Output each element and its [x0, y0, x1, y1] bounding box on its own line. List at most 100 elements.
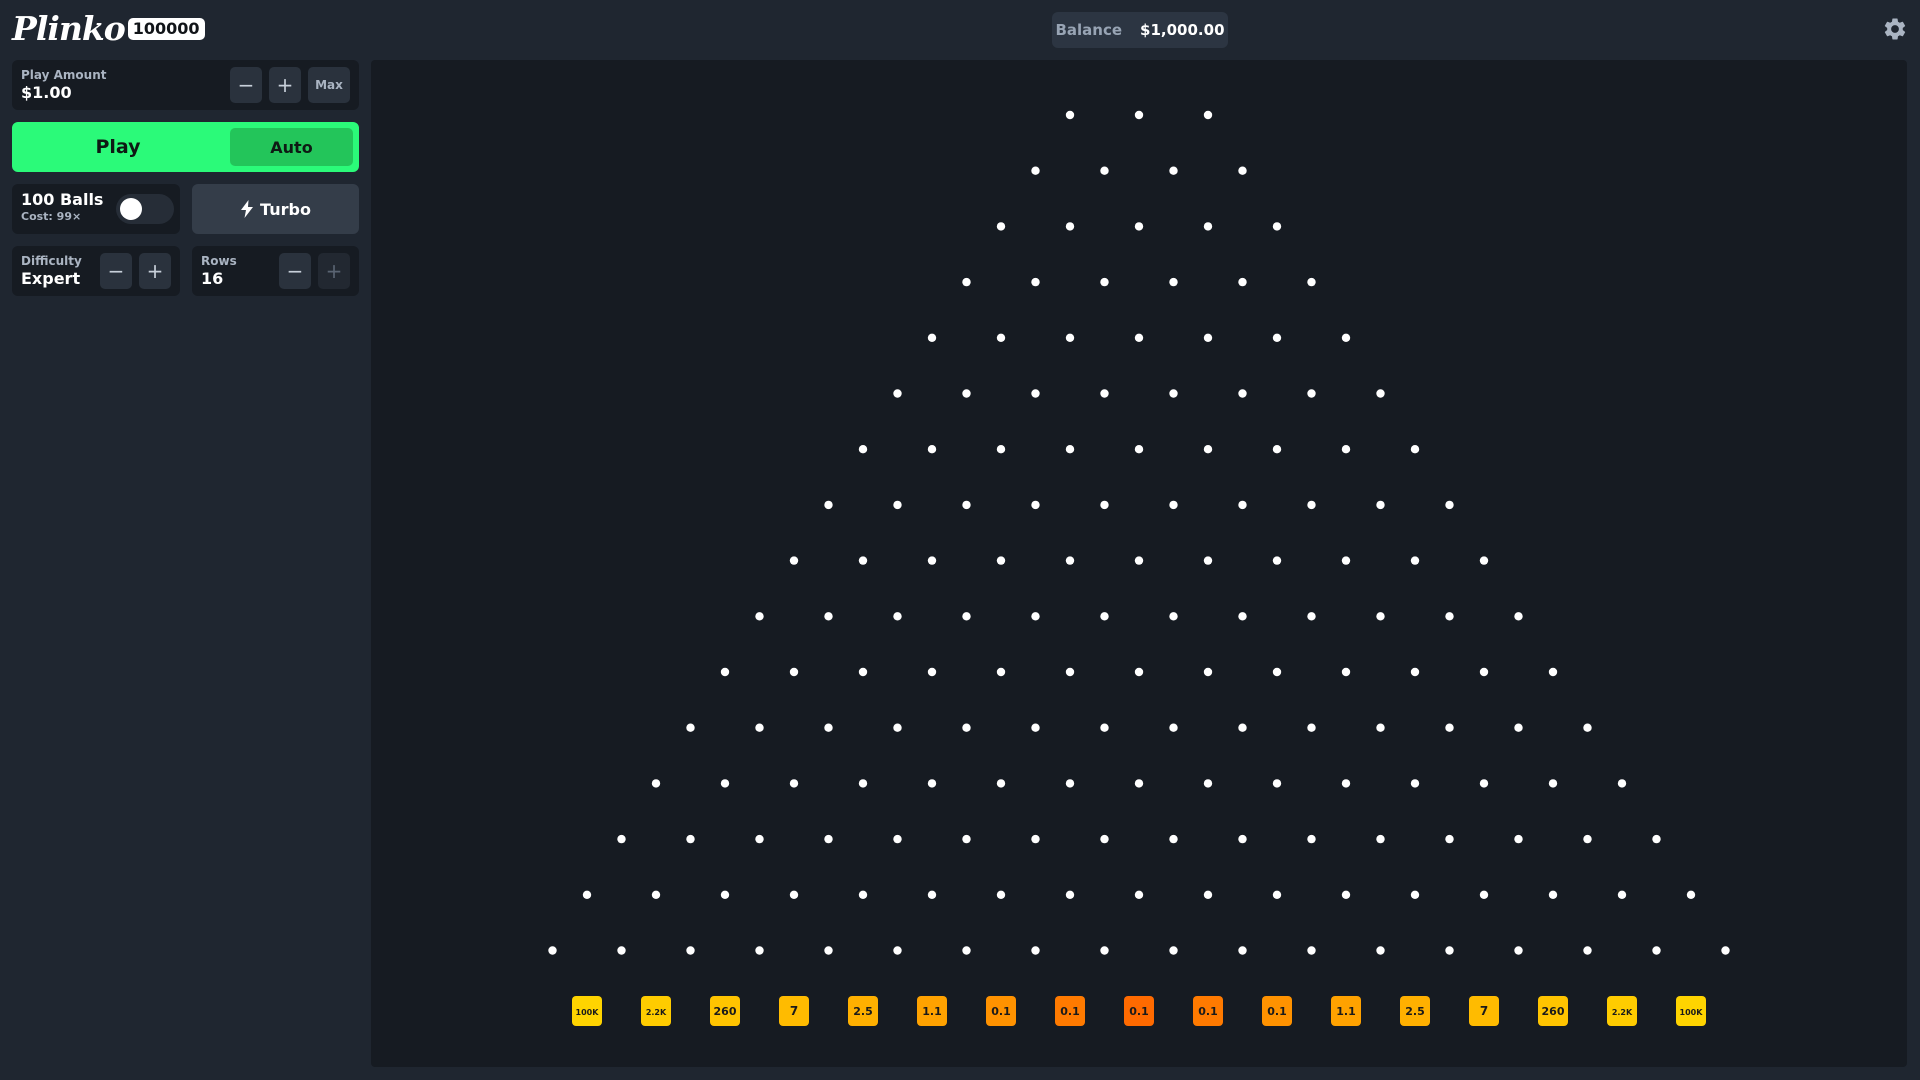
peg — [1238, 723, 1247, 732]
decrease-rows-button[interactable]: − — [279, 253, 311, 289]
peg — [1065, 445, 1075, 454]
peg — [789, 779, 799, 788]
peg-field: 100K 2.2K 260 7 2.5 1.1 0.1 0.1 0.1 0.1 0.1 1.1 2.5 7… — [548, 110, 1730, 1026]
multiplier-label: 100K — [1680, 1008, 1704, 1017]
peg — [996, 890, 1006, 899]
peg — [1100, 612, 1109, 621]
peg — [1410, 890, 1420, 899]
gear-icon[interactable] — [1882, 16, 1908, 42]
peg — [1134, 445, 1144, 454]
play-button[interactable]: Play — [12, 122, 224, 172]
increase-rows-button[interactable]: + — [318, 253, 350, 289]
peg — [1031, 834, 1040, 844]
peg — [1065, 890, 1075, 899]
peg — [1134, 333, 1144, 342]
peg — [962, 723, 971, 732]
peg — [962, 500, 971, 510]
turbo-button[interactable]: Turbo — [192, 184, 359, 234]
peg — [1548, 779, 1558, 788]
peg — [651, 779, 661, 788]
peg — [893, 834, 902, 844]
peg — [686, 946, 695, 955]
peg — [1065, 556, 1075, 565]
decrease-amount-button[interactable]: − — [230, 67, 262, 103]
logo-text: Plinko — [12, 8, 126, 48]
balls-cost: Cost: 99× — [21, 210, 82, 223]
multiplier-slot: 0.1 — [1193, 996, 1223, 1026]
multiplier-slot: 7 — [779, 996, 809, 1026]
peg — [720, 667, 730, 677]
peg — [1100, 277, 1109, 287]
peg — [1031, 612, 1040, 621]
auto-button[interactable]: Auto — [230, 128, 353, 166]
peg — [1238, 277, 1247, 287]
peg — [1652, 834, 1661, 844]
peg — [651, 890, 661, 899]
multiplier-label: 1.1 — [922, 1005, 942, 1018]
peg — [1203, 890, 1213, 899]
multiplier-label: 2.5 — [853, 1005, 873, 1018]
peg — [789, 890, 799, 899]
peg — [893, 389, 902, 398]
peg — [1169, 834, 1178, 844]
peg — [1376, 723, 1385, 732]
peg — [1307, 389, 1316, 398]
peg — [1307, 500, 1316, 510]
peg — [1272, 556, 1282, 565]
peg — [1376, 946, 1385, 955]
decrease-difficulty-button[interactable]: − — [100, 253, 132, 289]
peg — [1548, 667, 1558, 677]
max-amount-button[interactable]: Max — [308, 67, 350, 103]
peg — [962, 277, 971, 287]
peg — [1514, 834, 1523, 844]
peg — [1686, 890, 1696, 899]
peg — [1341, 779, 1351, 788]
increase-amount-button[interactable]: + — [269, 67, 301, 103]
peg — [1376, 389, 1385, 398]
peg — [1100, 946, 1109, 955]
peg — [1100, 389, 1109, 398]
peg — [1445, 500, 1454, 510]
peg — [824, 946, 833, 955]
peg — [755, 723, 764, 732]
multiplier-slot: 2.5 — [1400, 996, 1430, 1026]
increase-difficulty-button[interactable]: + — [139, 253, 171, 289]
peg — [1065, 779, 1075, 788]
peg — [1065, 333, 1075, 342]
play-amount-label: Play Amount — [21, 68, 107, 82]
balance-value: $1,000.00 — [1140, 21, 1225, 39]
peg — [927, 667, 937, 677]
peg — [755, 612, 764, 621]
peg — [927, 556, 937, 565]
peg — [1065, 667, 1075, 677]
logo: Plinko 100000 — [12, 8, 205, 48]
peg — [1203, 667, 1213, 677]
peg — [1238, 500, 1247, 510]
peg — [686, 723, 695, 732]
multiplier-label: 2.5 — [1405, 1005, 1425, 1018]
peg — [1272, 333, 1282, 342]
peg — [1134, 890, 1144, 899]
peg — [927, 445, 937, 454]
peg — [1134, 222, 1144, 231]
balls-toggle[interactable] — [116, 194, 174, 224]
peg — [1272, 222, 1282, 231]
multiplier-slot: 0.1 — [1262, 996, 1292, 1026]
peg — [893, 723, 902, 732]
peg — [1617, 779, 1627, 788]
peg — [1203, 779, 1213, 788]
plinko-board: 100K 2.2K 260 7 2.5 1.1 0.1 0.1 0.1 0.1 0.1 1.1 2.5 7… — [371, 60, 1907, 1067]
peg — [1307, 612, 1316, 621]
peg — [1100, 834, 1109, 844]
difficulty-value: Expert — [21, 269, 81, 288]
peg — [1307, 723, 1316, 732]
multiplier-slot: 100K — [1676, 996, 1706, 1026]
peg — [927, 333, 937, 342]
play-amount-value[interactable]: $1.00 — [21, 83, 72, 102]
rows-value: 16 — [201, 269, 224, 288]
peg — [1169, 500, 1178, 510]
multiplier-label: 0.1 — [1267, 1005, 1287, 1018]
multiplier-label: 0.1 — [1060, 1005, 1080, 1018]
multiplier-slot: 0.1 — [986, 996, 1016, 1026]
peg — [824, 834, 833, 844]
